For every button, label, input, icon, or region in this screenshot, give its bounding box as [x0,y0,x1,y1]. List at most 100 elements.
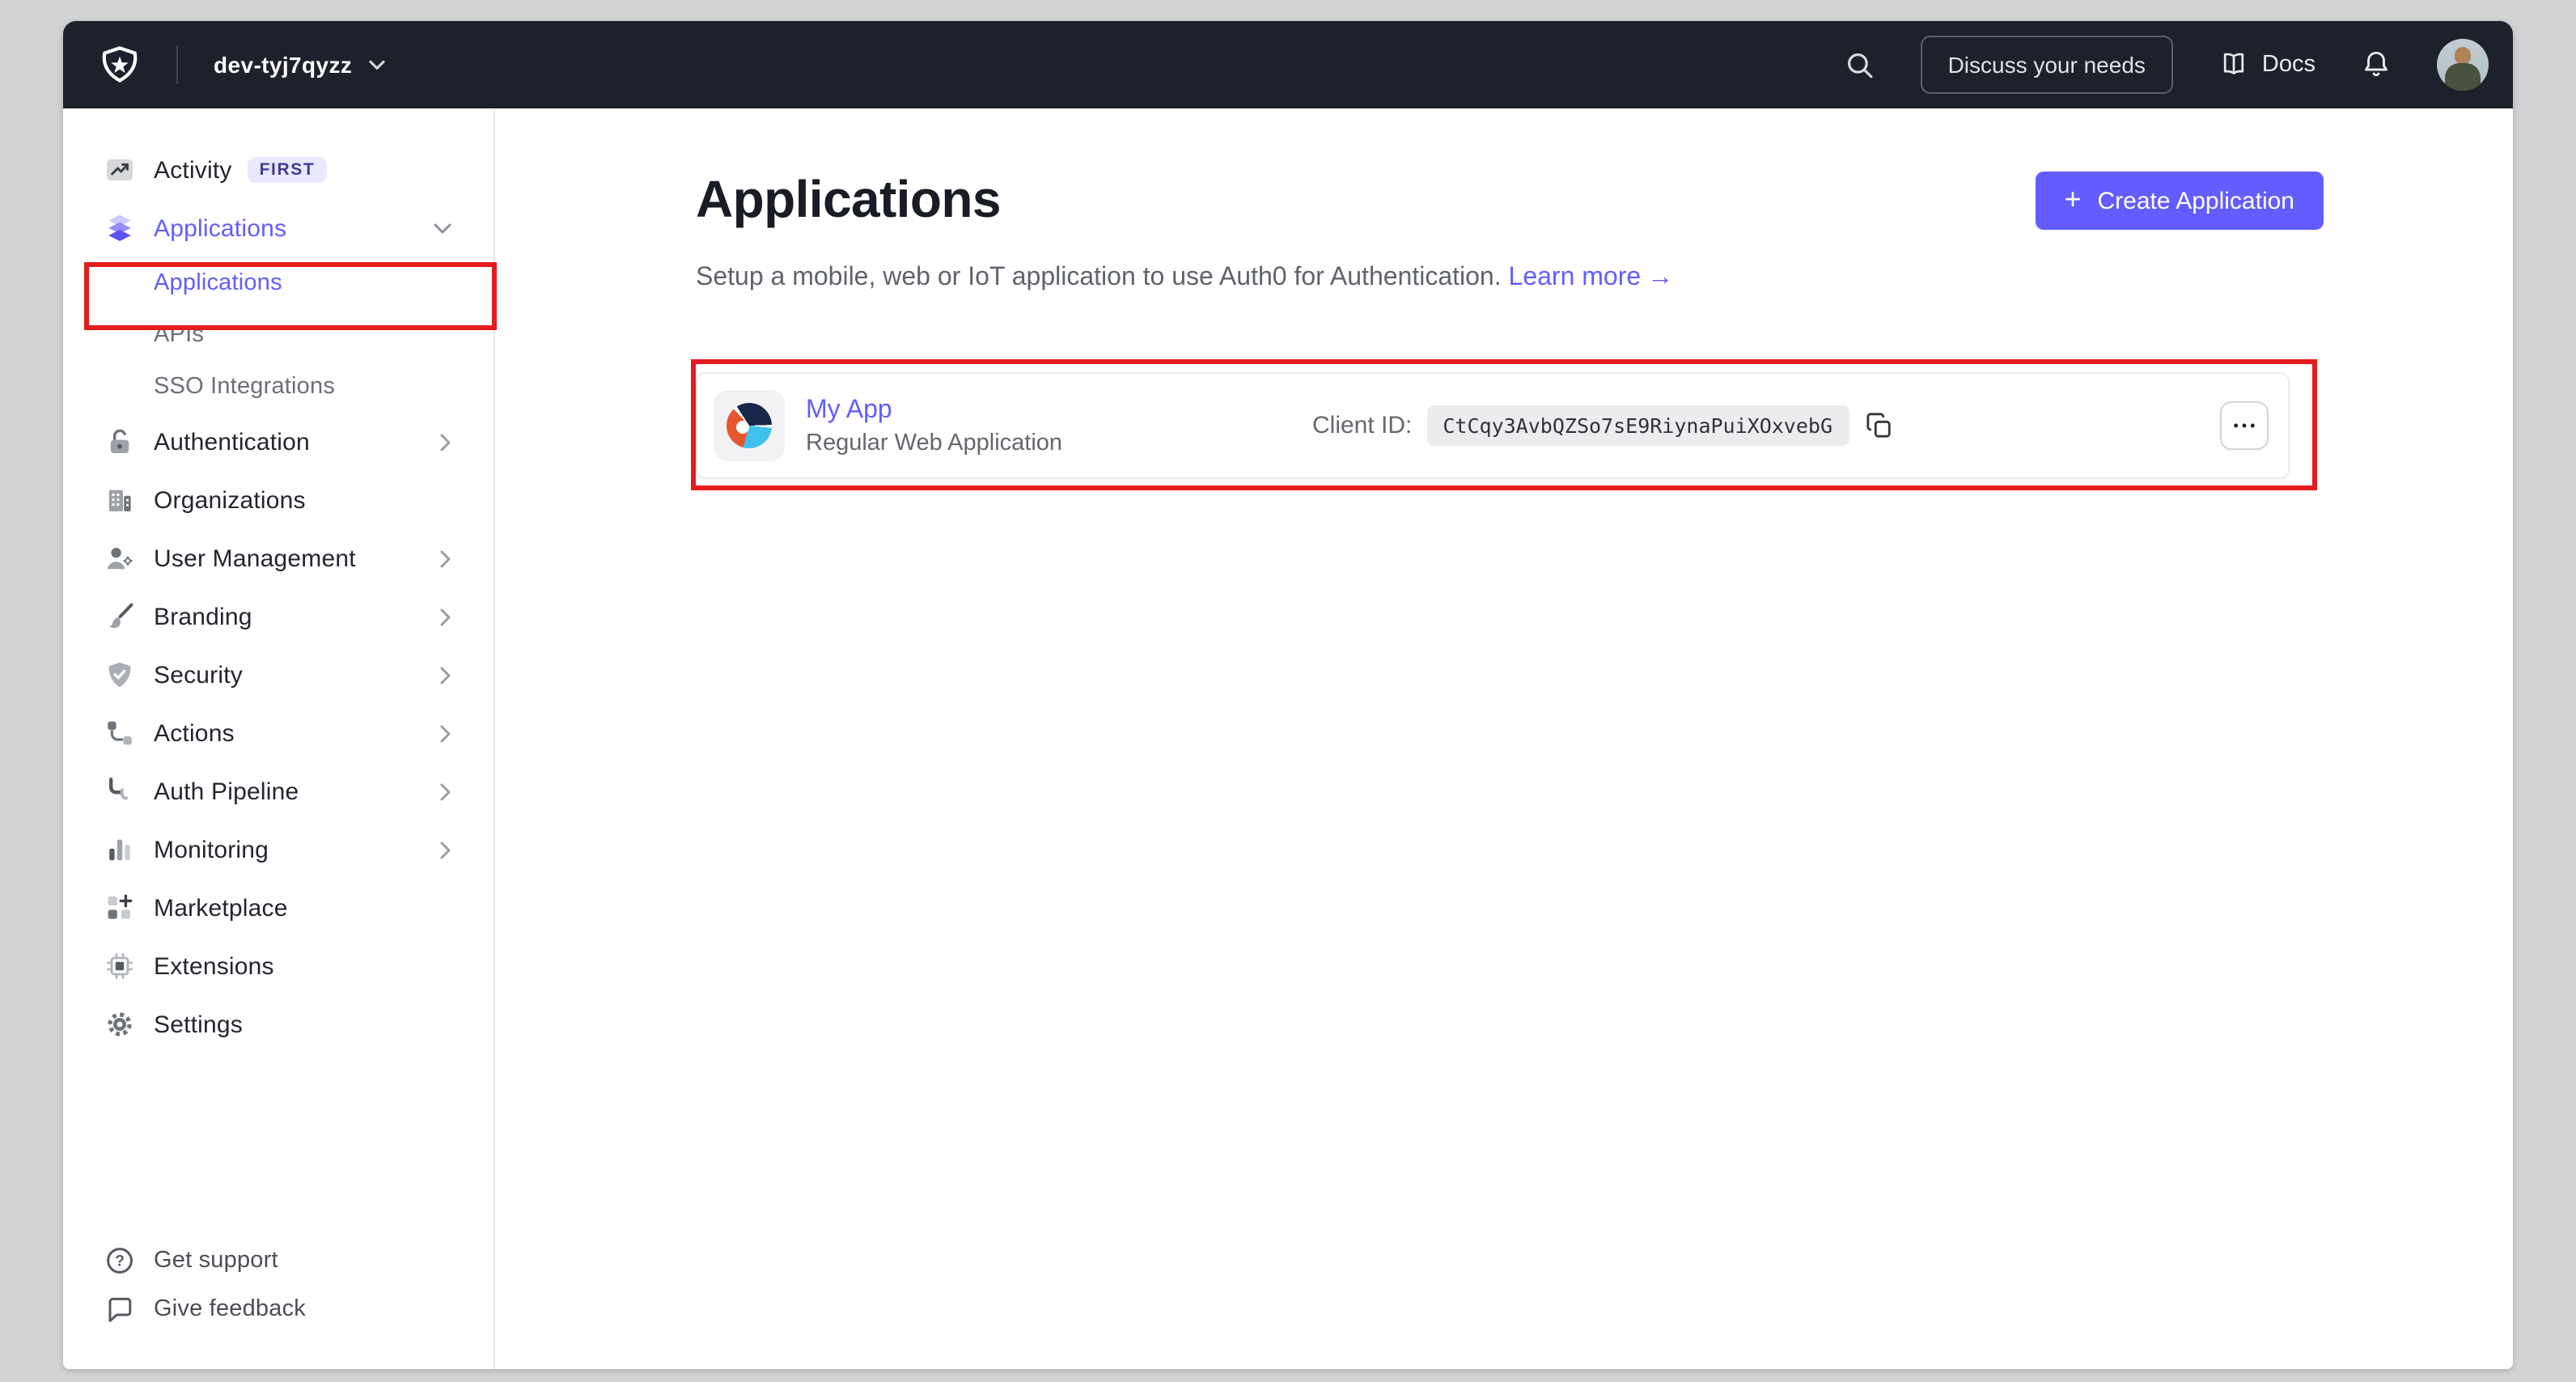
sidebar-item-label: User Management [154,545,356,572]
sidebar-item-actions[interactable]: Actions [63,704,494,762]
copy-client-id-button[interactable] [1865,412,1892,439]
sidebar-item-settings[interactable]: Settings [63,995,494,1053]
sidebar-item-organizations[interactable]: Organizations [63,471,494,529]
sidebar-item-label: Give feedback [154,1296,306,1322]
chevron-right-icon [440,608,451,625]
app-window: dev-tyj7qyzz Discuss your needs Docs Act… [63,21,2513,1369]
sidebar-item-monitoring[interactable]: Monitoring [63,820,494,879]
sidebar-item-marketplace[interactable]: Marketplace [63,879,494,937]
arrow-right-icon: → [1647,264,1674,291]
user-avatar[interactable] [2437,39,2489,91]
sidebar-item-label: Actions [154,719,235,747]
notifications-button[interactable] [2361,49,2392,81]
client-id-group: Client ID: CtCqy3AvbQZSo7sE9RiynaPuiXOxv… [1312,405,1892,446]
app-menu-button[interactable]: ••• [2220,401,2269,450]
subtitle-text: Setup a mobile, web or IoT application t… [696,264,1502,291]
sidebar-item-branding[interactable]: Branding [63,587,494,646]
auth0-brand [99,43,141,87]
user-gear-icon [105,544,134,573]
blocks-plus-icon [105,893,134,922]
lock-icon [105,427,134,456]
docs-book-icon [2223,53,2244,74]
activity-icon [105,155,134,184]
app-type-label: Regular Web Application [806,430,1063,456]
sidebar-item-label: Activity [154,156,232,184]
client-id-label: Client ID: [1312,412,1413,439]
paintbrush-icon [105,602,134,631]
chevron-down-icon [434,223,451,234]
sidebar-item-label: APIs [154,322,205,348]
pipeline-icon [105,777,134,806]
topbar-divider [176,45,178,84]
sidebar-item-apis[interactable]: APIs [63,309,494,361]
sidebar-item-label: Get support [154,1248,278,1274]
search-icon [1847,52,1872,78]
building-icon [105,485,134,515]
app-name-block: My App Regular Web Application [806,396,1062,456]
page-title: Applications [696,170,1001,228]
discuss-your-needs-button[interactable]: Discuss your needs [1920,36,2173,94]
sidebar-item-applications[interactable]: Applications [63,257,494,309]
sidebar-item-label: Security [154,661,243,689]
topbar: dev-tyj7qyzz Discuss your needs Docs [63,21,2513,108]
chevron-down-icon [368,59,384,69]
get-support-link[interactable]: ? Get support [63,1236,494,1285]
sidebar: Activity FIRST Applications Applications [63,108,495,1369]
plus-icon: + [2064,183,2082,215]
sidebar-item-label: SSO Integrations [154,374,336,400]
sidebar-item-security[interactable]: Security [63,646,494,704]
sidebar-item-label: Marketplace [154,894,288,922]
tenant-name: dev-tyj7qyzz [214,52,353,78]
bell-icon [2365,51,2387,77]
sidebar-item-label: Auth Pipeline [154,778,299,805]
sidebar-item-user-management[interactable]: User Management [63,529,494,587]
gear-icon [105,1010,134,1039]
sidebar-item-label: Applications [154,270,282,296]
chevron-right-icon [440,549,451,567]
screen: dev-tyj7qyzz Discuss your needs Docs Act… [0,0,2576,1382]
sidebar-item-extensions[interactable]: Extensions [63,937,494,995]
sidebar-item-label: Authentication [154,428,310,456]
svg-text:?: ? [115,1253,125,1270]
create-application-label: Create Application [2097,187,2295,214]
app-logo-icon [727,403,772,448]
chevron-right-icon [440,666,451,684]
chevron-right-icon [440,433,451,451]
sidebar-item-label: Extensions [154,952,274,980]
ellipsis-icon: ••• [2233,417,2259,433]
speech-bubble-icon [105,1295,134,1324]
sidebar-footer: ? Get support Give feedback [63,1236,494,1369]
app-logo-container [714,390,785,461]
shield-check-icon [105,660,134,689]
learn-more-link[interactable]: Learn more [1509,264,1642,291]
app-name-link[interactable]: My App [806,396,1062,425]
flow-icon [105,719,134,748]
chevron-right-icon [440,841,451,858]
docs-button[interactable]: Docs [2218,50,2315,79]
sidebar-item-label: Applications [154,214,287,242]
sidebar-item-label: Settings [154,1011,243,1038]
sidebar-item-authentication[interactable]: Authentication [63,413,494,471]
first-badge: FIRST [248,156,327,184]
sidebar-item-sso-integrations[interactable]: SSO Integrations [63,361,494,413]
search-button[interactable] [1845,49,1875,80]
tenant-switcher[interactable]: dev-tyj7qyzz [214,52,384,78]
sidebar-item-applications-group[interactable]: Applications [63,199,494,257]
bar-chart-icon [105,835,134,864]
sidebar-item-activity[interactable]: Activity FIRST [63,141,494,199]
chevron-right-icon [440,782,451,800]
page-subtitle: Setup a mobile, web or IoT application t… [696,262,2324,295]
give-feedback-link[interactable]: Give feedback [63,1285,494,1333]
application-card[interactable]: My App Regular Web Application Client ID… [696,372,2290,479]
sidebar-item-label: Monitoring [154,836,269,863]
chip-icon [105,952,134,981]
create-application-button[interactable]: + Create Application [2035,172,2324,230]
sidebar-item-auth-pipeline[interactable]: Auth Pipeline [63,762,494,820]
layers-icon [105,214,134,243]
sidebar-item-label: Branding [154,603,252,630]
topbar-actions: Discuss your needs Docs [1845,36,2489,94]
docs-label: Docs [2261,52,2315,78]
help-circle-icon: ? [105,1246,134,1275]
auth0-logo-icon [102,45,138,83]
client-id-value[interactable]: CtCqy3AvbQZSo7sE9RiynaPuiXOxvebG [1426,405,1849,446]
